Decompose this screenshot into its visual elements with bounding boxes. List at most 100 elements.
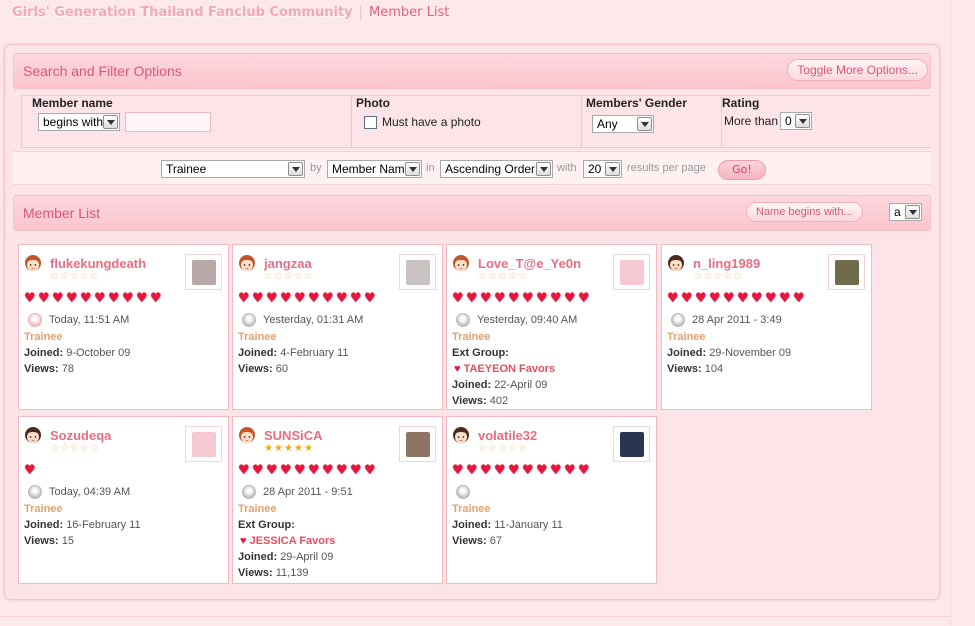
member-username-link[interactable]: flukekungdeath [50,256,146,271]
photo-thumbnail [192,432,216,457]
heart-icon: ♥ [550,463,562,478]
heart-icon: ♥ [751,291,763,306]
joined-value: 11-January 11 [494,519,563,531]
toggle-more-options-button[interactable]: Toggle More Options... [787,59,928,81]
heart-icon: ♥ [578,291,590,306]
member-name-input[interactable] [125,112,211,132]
must-have-photo-checkbox[interactable] [364,116,377,129]
member-card: SUNSiCA ★ ★ ★ ★ ★ ♥ ♥ ♥ ♥ ♥ ♥ ♥ ♥ ♥ ♥ 28 Apr 2011 - 9:5… [232,416,443,584]
ext-group-label-text: Ext Group: [452,347,509,359]
member-photo[interactable] [185,254,222,290]
member-photo[interactable] [399,426,436,462]
member-photo[interactable] [613,426,650,462]
profile-views: Views: 15 [24,535,74,547]
member-username-link[interactable]: Sozudeqa [50,428,111,443]
profile-views: Views: 402 [452,395,508,407]
views-label: Views: [238,567,273,579]
star-icon: ☆ [50,271,59,282]
heart-icon: ♥ [452,291,464,306]
reputation-hearts: ♥ ♥ ♥ ♥ ♥ ♥ ♥ ♥ ♥ ♥ [452,464,592,477]
heart-icon: ♥ [336,463,348,478]
member-username-link[interactable]: jangzaa [264,256,312,271]
gender-label: Members' Gender [586,96,687,110]
rating-select[interactable]: 0 [780,112,812,130]
heart-icon: ♥ [536,463,548,478]
star-icon: ☆ [478,271,487,282]
heart-icon: ♥ [240,535,247,547]
sort-order-select[interactable]: Ascending Order [440,160,553,178]
heart-icon: ♥ [737,291,749,306]
star-icon: ☆ [90,443,99,454]
member-card: volatile32 ☆ ☆ ☆ ☆ ☆ ♥ ♥ ♥ ♥ ♥ ♥ ♥ ♥ ♥ ♥ Trainee Joined:… [446,416,657,584]
sort-field-select[interactable]: Member Name [327,160,422,178]
chevron-down-icon [637,117,652,131]
member-username-link[interactable]: n_ling1989 [693,256,760,271]
last-seen-text: 28 Apr 2011 - 3:49 [692,314,782,326]
member-photo[interactable] [613,254,650,290]
member-photo[interactable] [828,254,865,290]
photo-label: Photo [356,96,390,110]
favor-group-link[interactable]: ♥ TAEYEON Favors [454,363,555,375]
reputation-hearts: ♥ ♥ ♥ ♥ ♥ ♥ ♥ ♥ ♥ ♥ [238,292,378,305]
joined-date: Joined: 4-February 11 [238,347,348,359]
chevron-down-icon [536,162,551,176]
star-icon: ☆ [703,271,712,282]
heart-icon: ♥ [466,463,478,478]
rating-stars: ☆ ☆ ☆ ☆ ☆ [50,272,100,282]
star-icon: ☆ [50,443,59,454]
heart-icon: ♥ [322,291,334,306]
heart-icon: ♥ [308,463,320,478]
breadcrumb-site-link[interactable]: Girls' Generation Thailand Fanclub Commu… [12,5,353,20]
member-photo[interactable] [185,426,222,462]
rating-stars: ☆ ☆ ☆ ☆ ☆ [478,444,528,454]
profile-views: Views: 67 [452,535,502,547]
star-icon: ☆ [70,443,79,454]
reputation-hearts: ♥ ♥ ♥ ♥ ♥ ♥ ♥ ♥ ♥ ♥ [452,292,592,305]
rating-filter: Rating More than 0 [721,96,931,148]
go-button[interactable]: Go! [718,160,766,180]
member-list-title: Member List [23,205,101,221]
member-card: Love_T@e_Ye0n ☆ ☆ ☆ ☆ ☆ ♥ ♥ ♥ ♥ ♥ ♥ ♥ ♥ ♥ ♥ Yesterday, … [446,244,657,410]
favor-group-link[interactable]: ♥ JESSICA Favors [240,535,335,547]
member-rank: Trainee [238,331,277,343]
status-icon [28,313,42,327]
name-begins-with-button[interactable]: Name begins with... [746,202,863,222]
breadcrumb-current: Member List [369,5,450,20]
rating-label: Rating [722,96,760,110]
page-divider [0,616,950,617]
heart-icon: ♥ [280,463,292,478]
heart-icon: ♥ [480,463,492,478]
rating-stars: ☆ ☆ ☆ ☆ ☆ [478,272,528,282]
heart-icon: ♥ [150,291,162,306]
last-seen-text: Yesterday, 09:40 AM [477,314,578,326]
name-match-select[interactable]: begins with [38,113,120,131]
photo-thumbnail [835,260,859,285]
member-username-link[interactable]: SUNSiCA [264,428,323,443]
member-card: n_ling1989 ☆ ☆ ☆ ☆ ☆ ♥ ♥ ♥ ♥ ♥ ♥ ♥ ♥ ♥ ♥ 28 Apr 2011 - … [661,244,872,410]
star-icon: ☆ [518,271,527,282]
chevron-down-icon [795,114,810,128]
avatar-face-icon [239,255,255,271]
heart-icon: ♥ [94,291,106,306]
joined-value: 29-November 09 [709,347,792,359]
avatar-face-icon [239,427,255,443]
chevron-down-icon [103,115,118,129]
heart-icon: ♥ [108,291,120,306]
per-page-select[interactable]: 20 [583,160,622,178]
views-label: Views: [24,535,59,547]
heart-icon: ♥ [522,463,534,478]
in-label: in [426,162,435,174]
usergroup-select[interactable]: Trainee [161,160,305,178]
ext-group-label: Ext Group: [452,347,509,359]
views-label: Views: [452,535,487,547]
member-name-label: Member name [32,96,113,110]
member-photo[interactable] [399,254,436,290]
letter-select[interactable]: a [889,203,922,221]
member-username-link[interactable]: volatile32 [478,428,537,443]
views-value: 15 [61,535,74,547]
name-match-value: begins with [43,115,104,129]
heart-icon: ♥ [136,291,148,306]
member-username-link[interactable]: Love_T@e_Ye0n [478,256,581,271]
gender-select[interactable]: Any [592,115,654,133]
profile-views: Views: 104 [667,363,723,375]
